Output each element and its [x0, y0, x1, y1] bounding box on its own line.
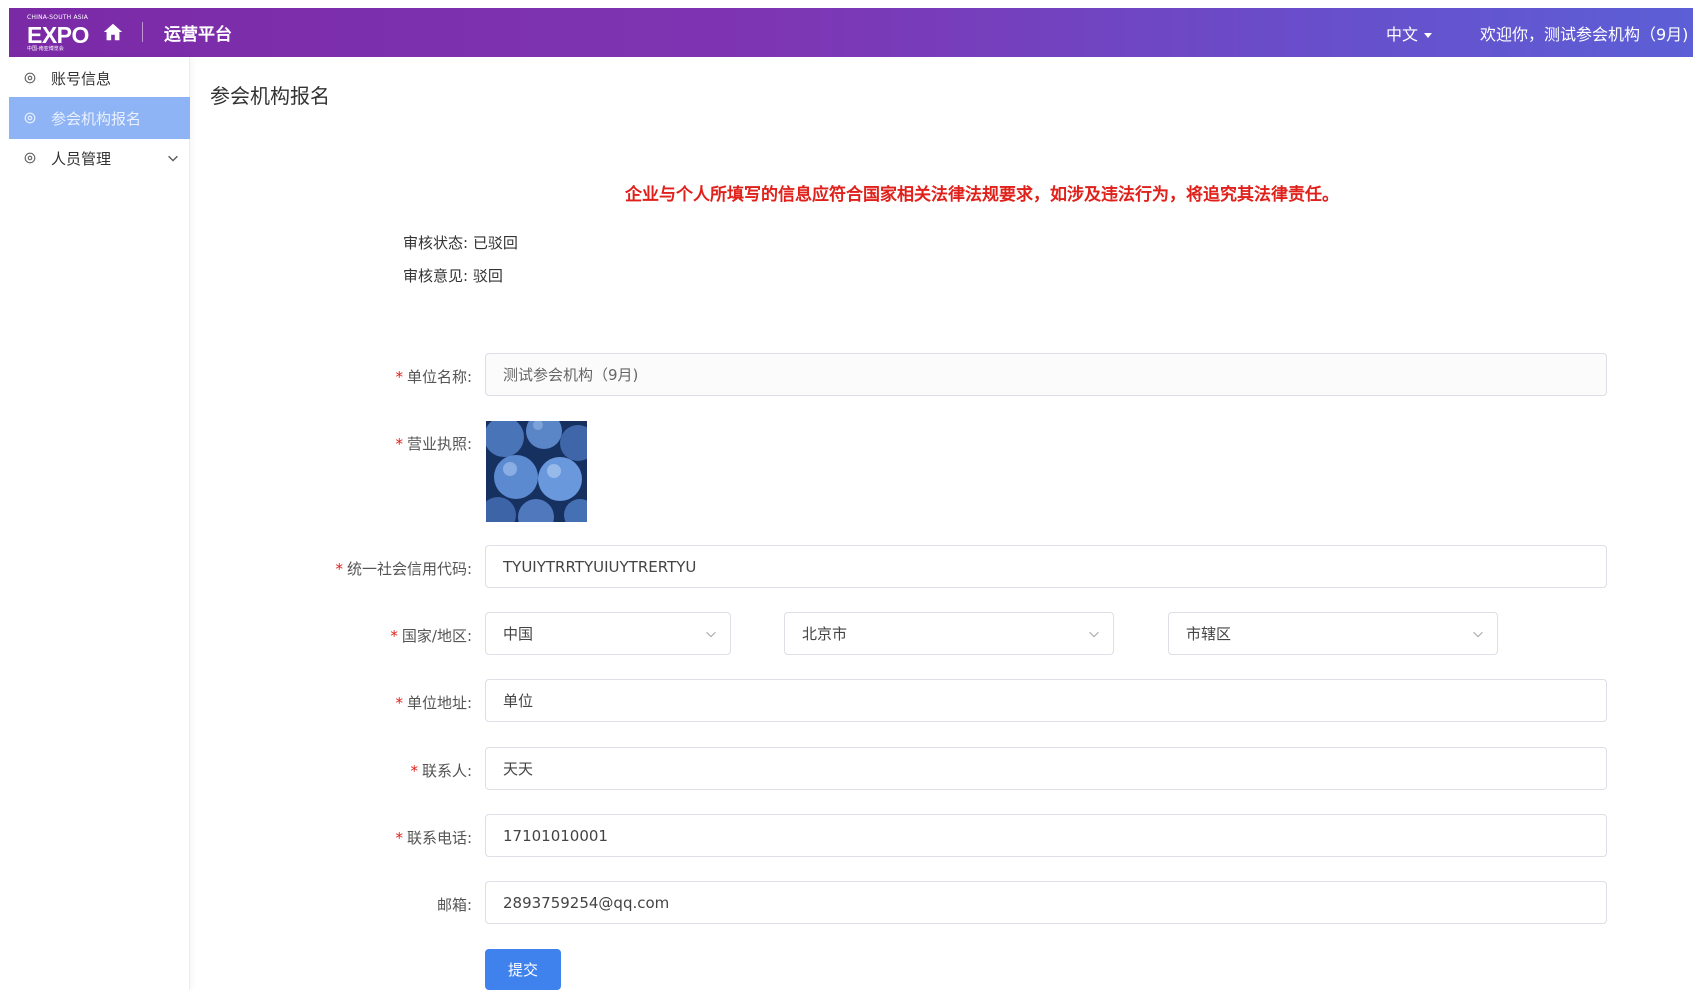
chevron-down-icon[interactable] [166, 151, 180, 165]
platform-title: 运营平台 [164, 25, 232, 45]
sidebar: 账号信息 参会机构报名 人员管理 [9, 57, 190, 990]
address-value: 单位 [503, 692, 534, 710]
review-status-value: 已驳回 [472, 234, 518, 252]
district-select[interactable]: 市辖区 [1168, 612, 1498, 655]
caret-down-icon [1424, 33, 1433, 38]
contact-value: 天天 [503, 760, 534, 778]
header-divider [142, 22, 143, 42]
sidebar-item-registration[interactable]: 参会机构报名 [9, 97, 190, 139]
unit-name-field[interactable]: 测试参会机构（9月) [485, 353, 1607, 396]
label-text: 统一社会信用代码: [346, 560, 472, 578]
home-icon[interactable] [102, 21, 124, 43]
sidebar-item-label: 参会机构报名 [51, 109, 142, 128]
unit-name-value: 测试参会机构（9月) [503, 366, 639, 384]
label-text: 国家/地区: [401, 627, 472, 645]
address-field[interactable]: 单位 [485, 679, 1607, 722]
business-license-label: * 营业执照: [395, 433, 472, 454]
province-select[interactable]: 北京市 [784, 612, 1114, 655]
label-text: 单位名称: [406, 368, 472, 386]
required-mark: * [410, 762, 418, 780]
language-dropdown[interactable]: 中文 [1386, 21, 1433, 45]
logo-top-text: CHINA-SOUTH ASIA [27, 14, 89, 21]
credit-code-value: TYUIYTRRTYUIUYTRERTYU [503, 557, 697, 576]
top-bar: CHINA-SOUTH ASIA EXPO 中国-南亚博览会 运营平台 中文 欢… [9, 8, 1693, 57]
phone-value: 17101010001 [503, 826, 608, 845]
region-label: * 国家/地区: [390, 625, 472, 646]
submit-button[interactable]: 提交 [485, 949, 561, 990]
sidebar-item-label: 账号信息 [51, 69, 112, 88]
unit-name-label: * 单位名称: [395, 366, 472, 387]
email-field[interactable]: 2893759254@qq.com [485, 881, 1607, 924]
phone-label: * 联系电话: [395, 827, 472, 848]
review-comment: 审核意见: 驳回 [403, 265, 503, 286]
label-text: 营业执照: [406, 435, 472, 453]
province-value: 北京市 [802, 625, 848, 643]
expo-logo[interactable]: CHINA-SOUTH ASIA EXPO 中国-南亚博览会 [27, 14, 93, 52]
required-mark: * [335, 560, 343, 578]
review-status: 审核状态: 已驳回 [403, 232, 518, 253]
chevron-down-icon [1473, 631, 1483, 638]
sidebar-item-label: 人员管理 [51, 149, 112, 168]
required-mark: * [390, 627, 398, 645]
chevron-down-icon [706, 631, 716, 638]
email-value: 2893759254@qq.com [503, 893, 670, 912]
credit-code-field[interactable]: TYUIYTRRTYUIUYTRERTYU [485, 545, 1607, 588]
label-text: 联系人: [421, 762, 472, 780]
contact-field[interactable]: 天天 [485, 747, 1607, 790]
welcome-user[interactable]: 欢迎你，测试参会机构（9月) [1480, 21, 1688, 45]
label-text: 联系电话: [406, 829, 472, 847]
phone-field[interactable]: 17101010001 [485, 814, 1607, 857]
required-mark: * [395, 435, 403, 453]
review-comment-value: 驳回 [472, 267, 503, 285]
chevron-down-icon [1089, 631, 1099, 638]
language-label: 中文 [1386, 25, 1419, 44]
logo-bottom-text: 中国-南亚博览会 [27, 46, 64, 52]
required-mark: * [395, 368, 403, 386]
label-text: 邮箱: [436, 896, 472, 914]
address-label: * 单位地址: [395, 692, 472, 713]
email-label: 邮箱: [437, 894, 472, 915]
blueberries-image [486, 421, 587, 522]
page-title: 参会机构报名 [210, 84, 330, 108]
country-select[interactable]: 中国 [485, 612, 731, 655]
gear-icon [24, 112, 36, 124]
credit-code-label: * 统一社会信用代码: [335, 558, 472, 579]
required-mark: * [395, 829, 403, 847]
business-license-image[interactable] [486, 421, 587, 522]
review-status-label: 审核状态: [403, 234, 469, 252]
legal-warning: 企业与个人所填写的信息应符合国家相关法律法规要求，如涉及违法行为，将追究其法律责… [625, 185, 1339, 205]
required-mark: * [395, 694, 403, 712]
sidebar-item-personnel[interactable]: 人员管理 [9, 137, 190, 179]
gear-icon [24, 152, 36, 164]
sidebar-item-account-info[interactable]: 账号信息 [9, 57, 190, 99]
district-value: 市辖区 [1186, 625, 1232, 643]
review-comment-label: 审核意见: [403, 267, 469, 285]
gear-icon [24, 72, 36, 84]
contact-label: * 联系人: [410, 760, 472, 781]
country-value: 中国 [503, 625, 534, 643]
label-text: 单位地址: [406, 694, 472, 712]
